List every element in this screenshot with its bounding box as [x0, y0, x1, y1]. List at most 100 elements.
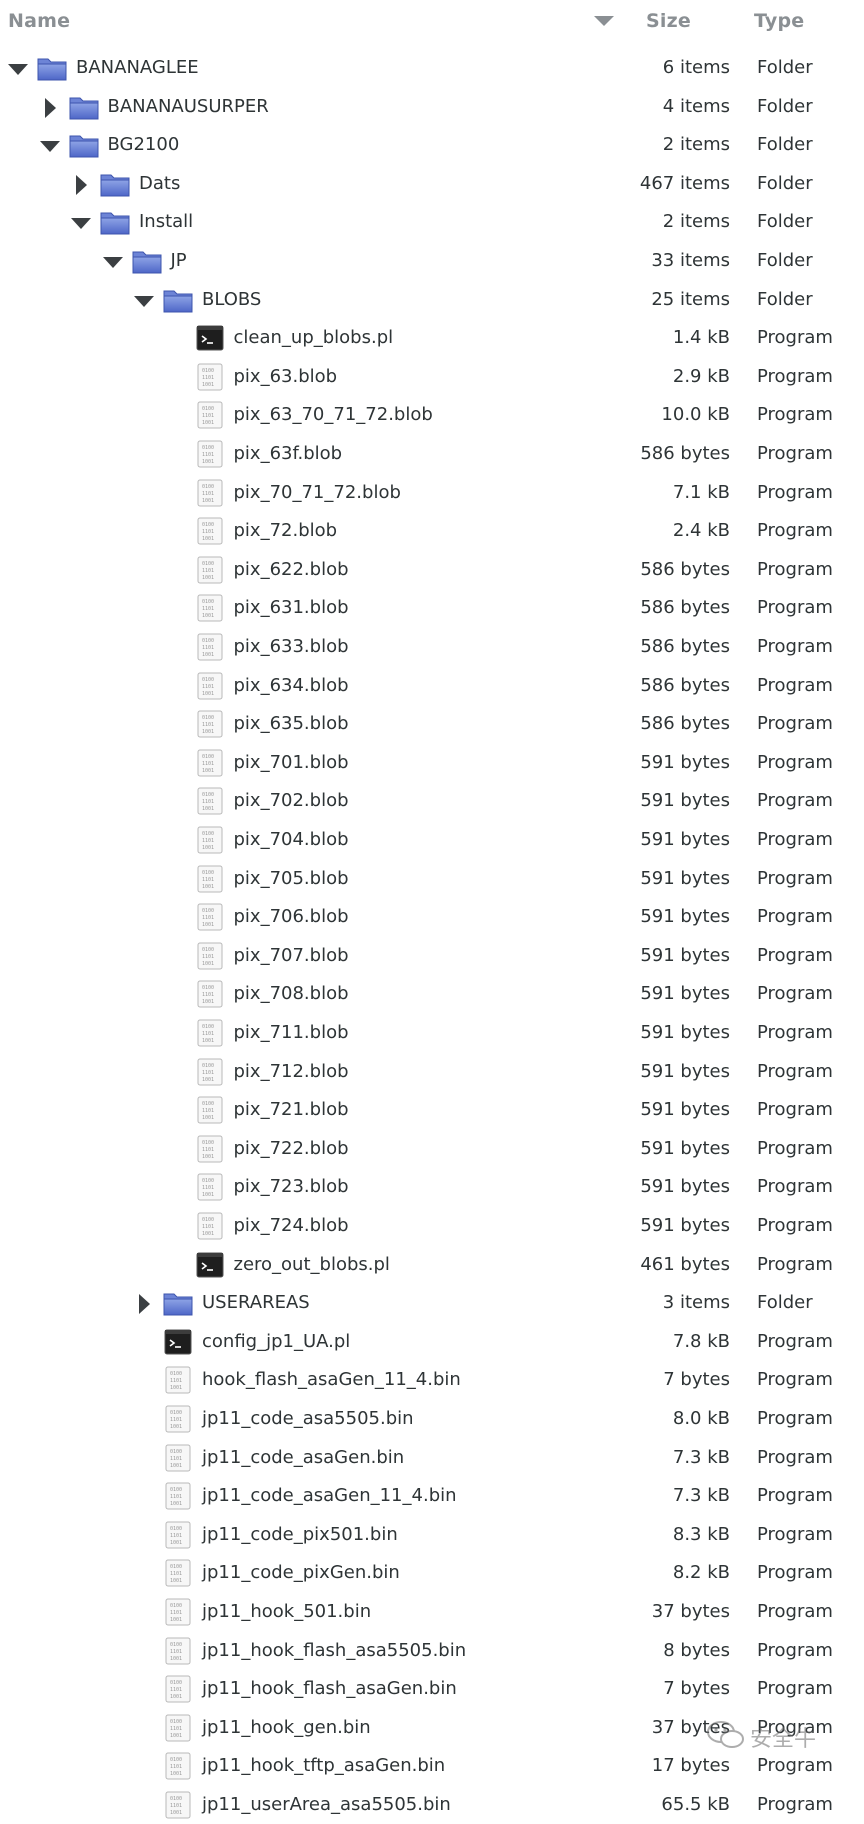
svg-text:1101: 1101	[202, 877, 214, 883]
file-row[interactable]: clean_up_blobs.pl 1.4 kB Program	[0, 319, 864, 357]
file-row[interactable]: 0100 1101 1001 pix_711.blob 591 bytes Program	[0, 1014, 864, 1052]
file-row[interactable]: 0100 1101 1001 pix_633.blob 586 bytes Program	[0, 628, 864, 666]
svg-text:0100: 0100	[202, 368, 214, 374]
expander-open-icon[interactable]	[102, 252, 123, 272]
expander-open-icon[interactable]	[134, 291, 154, 311]
item-size: 586 bytes	[640, 443, 730, 464]
item-type: Program	[757, 1060, 833, 1082]
name-column-header[interactable]: Name	[8, 10, 70, 32]
svg-text:0100: 0100	[170, 1757, 182, 1763]
file-row[interactable]: zero_out_blobs.pl 461 bytes Program	[0, 1246, 864, 1284]
folder-row[interactable]: Install 2 items Folder	[0, 203, 864, 241]
file-row[interactable]: 0100 1101 1001 pix_707.blob 591 bytes Program	[0, 937, 864, 975]
item-size: 591 bytes	[640, 983, 730, 1005]
file-row[interactable]: 0100 1101 1001 pix_631.blob 586 bytes Program	[0, 589, 864, 627]
file-row[interactable]: 0100 1101 1001 pix_63_70_71_72.blob 10.0 kB P…	[0, 396, 864, 434]
file-row[interactable]: 0100 1101 1001 pix_708.blob 591 bytes Program	[0, 975, 864, 1013]
file-row[interactable]: 0100 1101 1001 pix_712.blob 591 bytes Program	[0, 1053, 864, 1091]
file-row[interactable]: 0100 1101 1001 pix_723.blob 591 bytes Program	[0, 1168, 864, 1206]
file-row[interactable]: 0100 1101 1001 jp11_code_pix501.bin 8.3 kB Pr…	[0, 1516, 864, 1554]
item-type: Program	[757, 983, 833, 1005]
item-size: 65.5 kB	[661, 1794, 730, 1815]
file-row[interactable]: 0100 1101 1001 pix_63.blob 2.9 kB Program	[0, 358, 864, 396]
binary-file-icon: 0100 1101 1001	[195, 710, 225, 738]
item-name: jp11_hook_501.bin	[202, 1601, 372, 1622]
sort-descending-icon[interactable]	[594, 16, 614, 26]
file-row[interactable]: 0100 1101 1001 pix_705.blob 591 bytes Program	[0, 860, 864, 898]
item-type: Folder	[757, 172, 813, 194]
svg-text:1001: 1001	[202, 1231, 214, 1237]
item-type: Program	[757, 520, 833, 542]
folder-row[interactable]: JP 33 items Folder	[0, 242, 864, 280]
expander-closed-icon[interactable]	[71, 174, 91, 195]
folder-row[interactable]: BG2100 2 items Folder	[0, 126, 864, 164]
folder-row[interactable]: BANANAUSURPER 4 items Folder	[0, 88, 864, 126]
item-name: zero_out_blobs.pl	[233, 1253, 390, 1275]
file-row[interactable]: 0100 1101 1001 pix_701.blob 591 bytes Program	[0, 744, 864, 782]
file-row[interactable]: 0100 1101 1001 jp11_userArea_asa5505.bin 65.…	[0, 1786, 864, 1824]
file-row[interactable]: 0100 1101 1001 jp11_code_asa5505.bin 8.0 kB P…	[0, 1400, 864, 1438]
item-name: jp11_hook_gen.bin	[202, 1716, 371, 1738]
expander-closed-icon[interactable]	[40, 97, 60, 118]
file-row[interactable]: 0100 1101 1001 jp11_hook_flash_asaGen.bin 7 …	[0, 1670, 864, 1708]
item-type: Program	[757, 636, 833, 657]
item-name: jp11_code_pixGen.bin	[202, 1562, 400, 1584]
svg-text:1101: 1101	[170, 1610, 182, 1616]
svg-text:0100: 0100	[202, 561, 214, 567]
file-row[interactable]: 0100 1101 1001 pix_721.blob 591 bytes Program	[0, 1091, 864, 1129]
file-row[interactable]: 0100 1101 1001 pix_63f.blob 586 bytes Program	[0, 435, 864, 473]
file-row[interactable]: 0100 1101 1001 jp11_code_asaGen_11_4.bin 7.3…	[0, 1477, 864, 1515]
item-type: Program	[757, 1446, 833, 1468]
file-row[interactable]: config_jp1_UA.pl 7.8 kB Program	[0, 1323, 864, 1361]
file-row[interactable]: 0100 1101 1001 pix_70_71_72.blob 7.1 kB Progr…	[0, 474, 864, 512]
svg-text:1001: 1001	[170, 1501, 182, 1507]
file-row[interactable]: 0100 1101 1001 jp11_hook_flash_asa5505.bin 8…	[0, 1632, 864, 1670]
svg-text:1101: 1101	[202, 1070, 214, 1076]
file-row[interactable]: 0100 1101 1001 jp11_code_asaGen.bin 7.3 kB Pr…	[0, 1439, 864, 1477]
item-size: 2 items	[662, 134, 730, 156]
svg-text:0100: 0100	[202, 715, 214, 721]
file-row[interactable]: 0100 1101 1001 pix_634.blob 586 bytes Program	[0, 667, 864, 705]
binary-file-icon: 0100 1101 1001	[163, 1714, 193, 1742]
item-size: 591 bytes	[640, 829, 730, 850]
folder-icon	[100, 170, 130, 198]
svg-text:1001: 1001	[202, 1038, 214, 1044]
folder-row[interactable]: BLOBS 25 items Folder	[0, 281, 864, 319]
svg-text:0100: 0100	[202, 484, 214, 490]
item-name: USERAREAS	[202, 1292, 310, 1314]
file-row[interactable]: 0100 1101 1001 jp11_hook_501.bin 37 bytes Pro…	[0, 1593, 864, 1631]
expander-open-icon[interactable]	[71, 213, 91, 233]
expander-closed-icon[interactable]	[134, 1294, 154, 1315]
file-row[interactable]: 0100 1101 1001 pix_722.blob 591 bytes Program	[0, 1130, 864, 1168]
file-row[interactable]: 0100 1101 1001 pix_622.blob 586 bytes Program	[0, 551, 864, 589]
svg-text:1101: 1101	[170, 1533, 182, 1539]
folder-row[interactable]: BANANAGLEE 6 items Folder	[0, 49, 864, 87]
type-column-header[interactable]: Type	[754, 10, 804, 32]
folder-row[interactable]: Dats 467 items Folder	[0, 165, 864, 203]
size-column-header[interactable]: Size	[646, 10, 691, 32]
svg-text:0100: 0100	[170, 1603, 182, 1609]
file-row[interactable]: 0100 1101 1001 hook_flash_asaGen_11_4.bin 7 …	[0, 1361, 864, 1399]
svg-text:0100: 0100	[170, 1642, 182, 1648]
folder-row[interactable]: USERAREAS 3 items Folder	[0, 1284, 864, 1322]
svg-text:0100: 0100	[170, 1564, 182, 1570]
file-row[interactable]: 0100 1101 1001 pix_702.blob 591 bytes Program	[0, 782, 864, 820]
svg-text:1001: 1001	[202, 1077, 214, 1083]
item-name: pix_707.blob	[233, 944, 349, 966]
item-type: Program	[757, 1330, 833, 1352]
expander-open-icon[interactable]	[8, 59, 28, 79]
item-type: Program	[757, 1523, 833, 1545]
file-row[interactable]: 0100 1101 1001 jp11_code_pixGen.bin 8.2 kB Pr…	[0, 1554, 864, 1592]
item-size: 7.1 kB	[672, 481, 730, 503]
binary-file-icon: 0100 1101 1001	[195, 594, 225, 622]
file-row[interactable]: 0100 1101 1001 pix_635.blob 586 bytes Program	[0, 705, 864, 743]
expander-open-icon[interactable]	[39, 136, 60, 156]
binary-file-icon: 0100 1101 1001	[163, 1366, 193, 1394]
svg-text:0100: 0100	[202, 1140, 214, 1146]
svg-text:1101: 1101	[202, 722, 214, 728]
file-row[interactable]: 0100 1101 1001 pix_706.blob 591 bytes Program	[0, 898, 864, 936]
file-row[interactable]: 0100 1101 1001 pix_724.blob 591 bytes Program	[0, 1207, 864, 1245]
file-row[interactable]: 0100 1101 1001 pix_704.blob 591 bytes Program	[0, 821, 864, 859]
svg-text:1001: 1001	[202, 999, 214, 1005]
file-row[interactable]: 0100 1101 1001 pix_72.blob 2.4 kB Program	[0, 512, 864, 550]
